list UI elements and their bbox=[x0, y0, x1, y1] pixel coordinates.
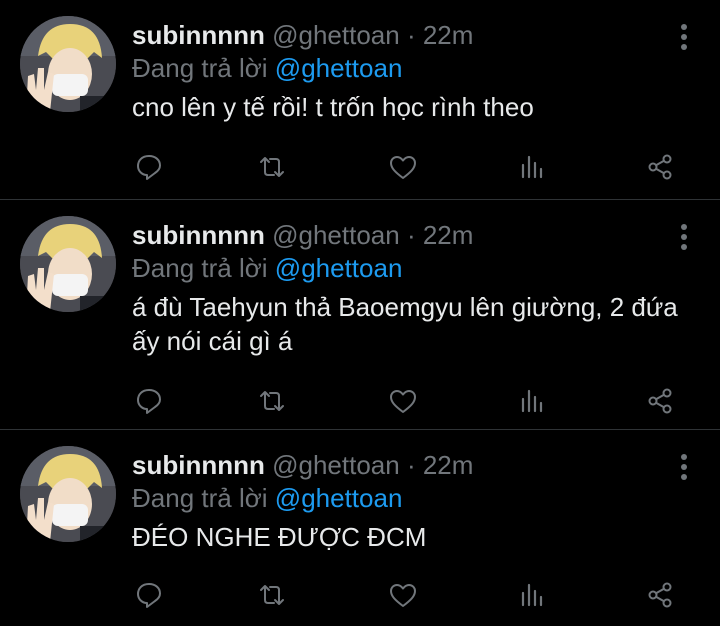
reply-prefix: Đang trả lời bbox=[132, 253, 268, 283]
more-vertical-icon[interactable] bbox=[678, 224, 690, 252]
timestamp[interactable]: · 22m bbox=[407, 220, 473, 250]
tweet-actions bbox=[132, 152, 680, 184]
reply-mention[interactable]: @ghettoan bbox=[275, 253, 403, 283]
views-icon[interactable] bbox=[517, 386, 547, 416]
reply-prefix: Đang trả lời bbox=[132, 483, 268, 513]
share-icon[interactable] bbox=[645, 580, 675, 610]
share-icon[interactable] bbox=[645, 386, 675, 416]
reply-mention[interactable]: @ghettoan bbox=[275, 53, 403, 83]
timestamp[interactable]: · 22m bbox=[407, 450, 473, 480]
tweet-actions bbox=[132, 580, 680, 612]
reply-context: Đang trả lời @ghettoan bbox=[132, 52, 680, 84]
more-vertical-icon[interactable] bbox=[678, 24, 690, 52]
tweet-content: subinnnnn @ghettoan · 22m Đang trả lời @… bbox=[132, 448, 680, 554]
more-vertical-icon[interactable] bbox=[678, 454, 690, 482]
avatar-image bbox=[20, 16, 116, 112]
display-name[interactable]: subinnnnn bbox=[132, 450, 265, 480]
tweet-text: á đù Taehyun thả Baoemgyu lên giường, 2 … bbox=[132, 292, 678, 356]
tweet[interactable]: subinnnnn @ghettoan · 22m Đang trả lời @… bbox=[0, 430, 720, 626]
timestamp[interactable]: · 22m bbox=[407, 20, 473, 50]
reply-prefix: Đang trả lời bbox=[132, 53, 268, 83]
heart-icon[interactable] bbox=[388, 580, 418, 610]
views-icon[interactable] bbox=[517, 580, 547, 610]
tweet[interactable]: subinnnnn @ghettoan · 22m Đang trả lời @… bbox=[0, 200, 720, 430]
avatar[interactable] bbox=[20, 216, 116, 312]
retweet-icon[interactable] bbox=[257, 152, 287, 182]
reply-context: Đang trả lời @ghettoan bbox=[132, 482, 680, 514]
tweet[interactable]: subinnnnn @ghettoan · 22m Đang trả lời @… bbox=[0, 0, 720, 200]
reply-icon[interactable] bbox=[134, 580, 164, 610]
retweet-icon[interactable] bbox=[257, 580, 287, 610]
reply-icon[interactable] bbox=[134, 152, 164, 182]
tweet-text: cno lên y tế rồi! t trốn học rình theo bbox=[132, 92, 534, 122]
reply-mention[interactable]: @ghettoan bbox=[275, 483, 403, 513]
tweet-actions bbox=[132, 386, 680, 418]
display-name[interactable]: subinnnnn bbox=[132, 220, 265, 250]
views-icon[interactable] bbox=[517, 152, 547, 182]
handle[interactable]: @ghettoan bbox=[272, 220, 400, 250]
avatar-image bbox=[20, 446, 116, 542]
tweet-content: subinnnnn @ghettoan · 22m Đang trả lời @… bbox=[132, 18, 680, 124]
tweet-text: ĐÉO NGHE ĐƯỢC ĐCM bbox=[132, 522, 427, 552]
avatar[interactable] bbox=[20, 16, 116, 112]
heart-icon[interactable] bbox=[388, 386, 418, 416]
reply-icon[interactable] bbox=[134, 386, 164, 416]
share-icon[interactable] bbox=[645, 152, 675, 182]
tweet-header: subinnnnn @ghettoan · 22m bbox=[132, 218, 680, 252]
heart-icon[interactable] bbox=[388, 152, 418, 182]
handle[interactable]: @ghettoan bbox=[272, 20, 400, 50]
tweet-content: subinnnnn @ghettoan · 22m Đang trả lời @… bbox=[132, 218, 680, 358]
tweet-header: subinnnnn @ghettoan · 22m bbox=[132, 18, 680, 52]
reply-context: Đang trả lời @ghettoan bbox=[132, 252, 680, 284]
retweet-icon[interactable] bbox=[257, 386, 287, 416]
avatar[interactable] bbox=[20, 446, 116, 542]
handle[interactable]: @ghettoan bbox=[272, 450, 400, 480]
display-name[interactable]: subinnnnn bbox=[132, 20, 265, 50]
tweet-header: subinnnnn @ghettoan · 22m bbox=[132, 448, 680, 482]
avatar-image bbox=[20, 216, 116, 312]
